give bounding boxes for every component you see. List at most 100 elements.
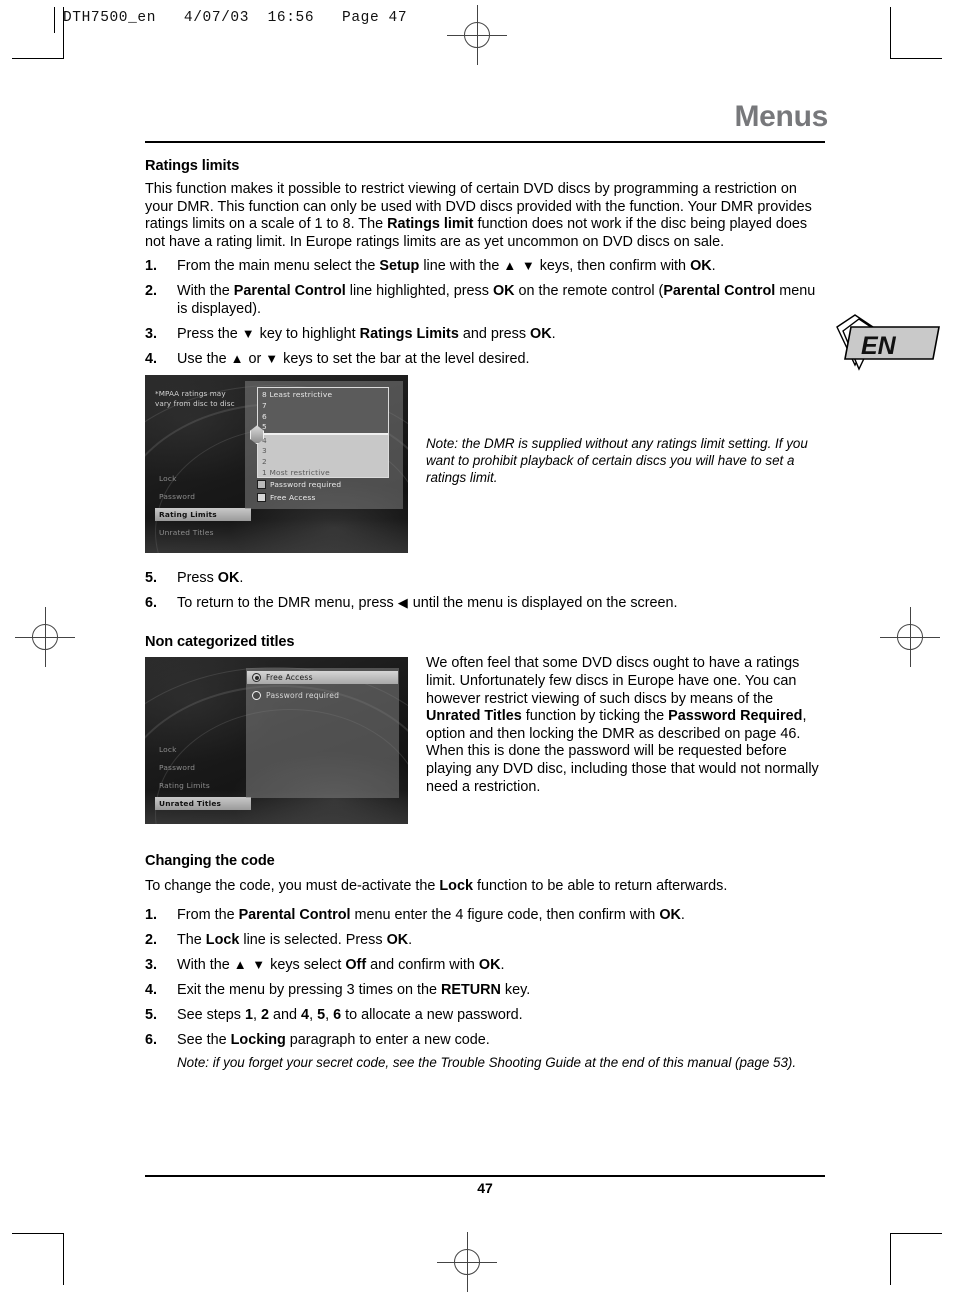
text-run: . bbox=[408, 931, 413, 948]
ratings-list-upper: 8 Least restrictive 7 6 5 bbox=[258, 388, 388, 433]
emphasis-text: OK bbox=[492, 283, 515, 300]
paragraph-non-categorized-body: We often feel that some DVD discs ought … bbox=[426, 655, 826, 796]
emphasis-text: OK bbox=[478, 956, 501, 973]
running-head-title: Menus bbox=[734, 100, 828, 133]
text-run: paragraph to enter a new code. bbox=[285, 1031, 490, 1048]
rating-level-row[interactable]: 5 bbox=[258, 422, 388, 433]
text-run: From the main menu select the bbox=[177, 258, 380, 275]
step-text: With the ▲ ▼ keys select Off and confirm… bbox=[177, 957, 505, 973]
emphasis-text: Setup bbox=[379, 258, 420, 275]
step-item: 1. From the Parental Control menu enter t… bbox=[145, 906, 825, 924]
menu-item-lock[interactable]: Lock bbox=[155, 472, 251, 485]
parental-control-menu-list[interactable]: Lock Password Rating Limits Unrated Titles bbox=[155, 743, 251, 815]
heading-ratings-limits: Ratings limits bbox=[145, 158, 240, 174]
menu-item-password[interactable]: Password bbox=[155, 761, 251, 774]
text-run: and confirm with bbox=[366, 956, 479, 973]
step-number: 6. bbox=[145, 595, 158, 612]
heading-non-categorized-titles: Non categorized titles bbox=[145, 634, 295, 651]
arrow-key-icon: ▲ ▼ bbox=[503, 258, 536, 274]
step-item: 6. To return to the DMR menu, press ◀ unt… bbox=[145, 594, 825, 612]
unrated-titles-panel bbox=[246, 668, 399, 799]
ratings-list-lower: 4321 Most restrictive bbox=[258, 434, 388, 478]
radio-row-password-required[interactable]: Password required bbox=[247, 689, 398, 702]
menu-item-lock[interactable]: Lock bbox=[155, 743, 251, 756]
text-run: line highlighted, press bbox=[345, 283, 493, 300]
step-number: 4. bbox=[145, 351, 158, 368]
text-run: , bbox=[325, 1006, 334, 1023]
paragraph-ratings-intro: This function makes it possible to restr… bbox=[145, 181, 825, 251]
svg-text:EN: EN bbox=[861, 332, 897, 360]
text-run: . bbox=[680, 906, 685, 923]
checkbox-label-password-required: Password required bbox=[270, 480, 342, 490]
emphasis-text: OK bbox=[690, 258, 712, 275]
emphasis-text: OK bbox=[530, 326, 552, 343]
emphasis-text: 5 bbox=[317, 1006, 326, 1023]
arrow-key-icon: ▲ ▼ bbox=[233, 956, 267, 972]
text-run: on the remote control ( bbox=[514, 283, 664, 300]
rating-level-row[interactable]: 3 bbox=[258, 446, 388, 457]
rating-level-row[interactable]: 6 bbox=[258, 412, 388, 423]
arrow-key-icon: ▼ bbox=[241, 326, 256, 342]
text-run: and bbox=[269, 1006, 302, 1023]
emphasis-text: Parental Control bbox=[233, 283, 346, 300]
text-run: . bbox=[239, 570, 244, 587]
note-ratings-limit-setting: Note: the DMR is supplied without any ra… bbox=[426, 436, 808, 486]
ratings-level-list[interactable]: 8 Least restrictive 7 6 5 4321 Most restric… bbox=[257, 387, 389, 479]
rating-level-row[interactable]: 1 Most restrictive bbox=[258, 468, 388, 478]
text-run: line with the bbox=[419, 258, 504, 275]
rating-level-row[interactable]: 2 bbox=[258, 457, 388, 468]
checkbox-password-required[interactable] bbox=[257, 480, 266, 490]
step-number: 2. bbox=[145, 931, 158, 948]
emphasis-text: Parental Control bbox=[663, 283, 776, 300]
step-item: 2. The Lock line is selected. Press OK. bbox=[145, 931, 825, 949]
checkbox-row-password-required[interactable]: Password required bbox=[257, 480, 342, 490]
menu-item-unrated-titles[interactable]: Unrated Titles bbox=[155, 797, 251, 811]
arrow-key-icon: ▼ bbox=[265, 351, 280, 367]
menu-item-password[interactable]: Password bbox=[155, 490, 251, 503]
step-text: Press OK. bbox=[177, 570, 243, 586]
step-number: 1. bbox=[145, 906, 158, 923]
text-run: . bbox=[711, 258, 716, 275]
arrow-key-icon: ▲ bbox=[230, 351, 245, 367]
emphasis-text: Password Required bbox=[668, 708, 803, 725]
mpaa-disclaimer-text: *MPAA ratings may vary from disc to disc bbox=[155, 389, 235, 408]
emphasis-text: 1 bbox=[245, 1006, 254, 1023]
radio-password-required[interactable] bbox=[252, 691, 261, 701]
text-run: Press the bbox=[177, 326, 242, 343]
checkbox-row-free-access[interactable]: Free Access bbox=[257, 493, 316, 503]
checkbox-label-free-access: Free Access bbox=[270, 493, 316, 503]
text-run: To change the code, you must de-activate… bbox=[145, 878, 440, 895]
rating-level-row[interactable]: 4 bbox=[258, 436, 388, 447]
rating-level-row[interactable]: 7 bbox=[258, 401, 388, 412]
radio-free-access[interactable] bbox=[252, 673, 261, 683]
text-run: or bbox=[244, 351, 266, 368]
text-run: function by ticking the bbox=[521, 708, 669, 725]
menu-item-rating-limits[interactable]: Rating Limits bbox=[155, 779, 251, 792]
step-text: To return to the DMR menu, press ◀ until… bbox=[177, 595, 678, 611]
step-number: 5. bbox=[145, 1006, 158, 1023]
text-run: until the menu is displayed on the scree… bbox=[408, 595, 678, 612]
emphasis-text: Unrated Titles bbox=[426, 708, 522, 725]
text-run: . bbox=[500, 956, 505, 973]
text-run: menu enter the 4 figure code, then confi… bbox=[350, 906, 660, 923]
checkbox-free-access[interactable] bbox=[257, 493, 266, 503]
emphasis-text: RETURN bbox=[440, 981, 501, 998]
text-run: function to be able to return afterwards… bbox=[472, 878, 728, 895]
rating-level-row[interactable]: 8 Least restrictive bbox=[258, 390, 388, 401]
text-run: to allocate a new password. bbox=[341, 1006, 523, 1023]
step-text: From the main menu select the Setup line… bbox=[177, 258, 716, 274]
menu-item-unrated-titles[interactable]: Unrated Titles bbox=[155, 526, 251, 539]
parental-control-menu-list[interactable]: Lock Password Rating Limits Unrated Titles bbox=[155, 472, 251, 544]
step-number: 3. bbox=[145, 326, 158, 343]
radio-row-free-access[interactable]: Free Access bbox=[247, 671, 398, 685]
heading-changing-the-code: Changing the code bbox=[145, 853, 275, 870]
language-tab-en: EN bbox=[833, 313, 943, 375]
step-text: With the Parental Control line highlight… bbox=[177, 283, 815, 317]
text-run: With the bbox=[177, 956, 234, 973]
steps-changing-the-code: 1. From the Parental Control menu enter t… bbox=[145, 906, 825, 1049]
arrow-key-icon: ◀ bbox=[397, 595, 409, 611]
text-run: Exit the menu by pressing 3 times on the bbox=[177, 981, 441, 998]
menu-item-rating-limits[interactable]: Rating Limits bbox=[155, 508, 251, 522]
main-content: Ratings limits This function makes it po… bbox=[145, 158, 825, 1071]
emphasis-text: Lock bbox=[439, 878, 473, 895]
